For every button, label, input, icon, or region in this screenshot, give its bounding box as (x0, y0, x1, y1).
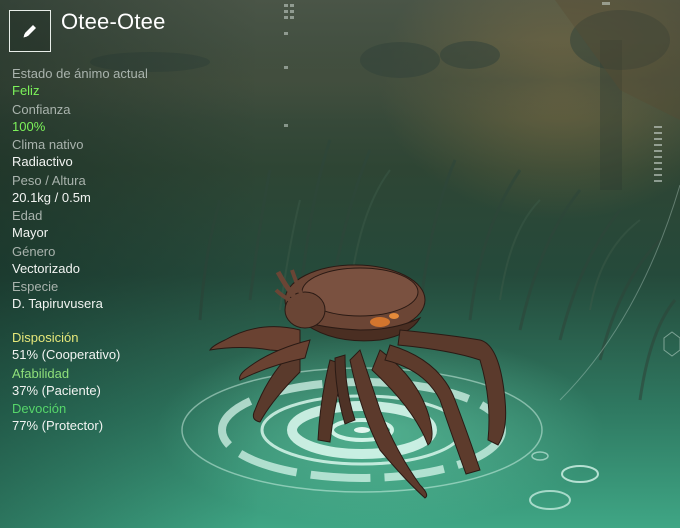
stat-label: Género (12, 243, 56, 259)
edit-name-button[interactable] (9, 10, 51, 52)
stat-label: Edad (12, 208, 43, 223)
stat-label: Estado de ánimo actual (12, 66, 148, 81)
trait-label: Devoción (12, 401, 67, 416)
stat-label: Confianza (12, 101, 71, 117)
stat-value: Radiactivo (12, 154, 73, 169)
stat-value: Mayor (12, 225, 49, 240)
trait-value: 77% (Protector) (12, 418, 104, 433)
pencil-icon (23, 25, 36, 38)
stat-age: Edad Mayor (12, 208, 252, 244)
trait-devotion: Devoción 77% (Protector) (12, 401, 252, 437)
creature-name: Otee-Otee (61, 9, 166, 34)
stat-gender: Género Vectorizado (12, 244, 252, 280)
trait-value: 37% (Paciente) (12, 382, 101, 398)
stat-weight-height: Peso / Altura 20.1kg / 0.5m (12, 173, 252, 209)
stats-list: Estado de ánimo actual Feliz Confianza 1… (12, 66, 252, 315)
stat-value: 100% (12, 118, 46, 134)
trait-label: Afabilidad (12, 365, 70, 381)
trait-label: Disposición (12, 330, 79, 345)
stat-species: Especie D. Tapiruvusera (12, 279, 252, 315)
trait-value: 51% (Cooperativo) (12, 347, 121, 362)
stat-label: Clima nativo (12, 137, 84, 152)
stat-value: D. Tapiruvusera (12, 296, 103, 311)
traits-list: Disposición 51% (Cooperativo) Afabilidad… (12, 330, 252, 437)
stat-value: Vectorizado (12, 260, 80, 276)
stat-climate: Clima nativo Radiactivo (12, 137, 252, 173)
stat-mood: Estado de ánimo actual Feliz (12, 66, 252, 102)
trait-disposition: Disposición 51% (Cooperativo) (12, 330, 252, 366)
stat-label: Peso / Altura (12, 172, 86, 188)
stat-value: Feliz (12, 83, 40, 98)
stat-value: 20.1kg / 0.5m (12, 189, 91, 205)
stat-trust: Confianza 100% (12, 102, 252, 138)
stat-label: Especie (12, 279, 59, 294)
trait-affability: Afabilidad 37% (Paciente) (12, 366, 252, 402)
